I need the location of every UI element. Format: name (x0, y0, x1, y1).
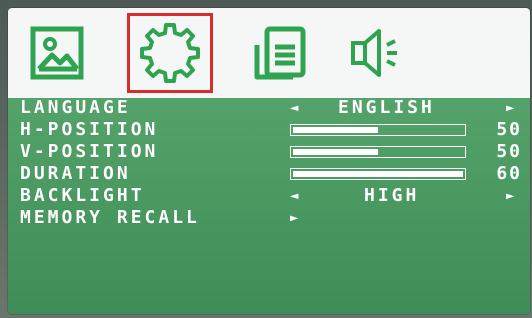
v-position-value: 50 (496, 141, 522, 162)
gear-icon (140, 23, 200, 83)
right-arrow-icon[interactable]: ► (290, 208, 298, 228)
h-position-value: 50 (496, 119, 522, 140)
tab-information[interactable] (244, 18, 314, 88)
menu-row-memory-recall[interactable]: MEMORY RECALL ► (8, 208, 530, 228)
osd-menu: LANGUAGE ◄ ENGLISH ► H-POSITION 50 V-POS… (8, 8, 530, 314)
document-icon (254, 26, 306, 80)
menu-row-v-position[interactable]: V-POSITION 50 (8, 142, 530, 162)
language-value: ENGLISH (338, 97, 435, 118)
menu-tab-bar (8, 8, 530, 98)
speaker-icon (351, 29, 397, 77)
duration-value: 60 (496, 163, 522, 184)
tab-audio[interactable] (346, 18, 416, 88)
picture-icon (30, 26, 84, 80)
v-position-label: V-POSITION (20, 141, 159, 162)
settings-menu: LANGUAGE ◄ ENGLISH ► H-POSITION 50 V-POS… (8, 98, 530, 314)
left-arrow-icon[interactable]: ◄ (290, 186, 298, 206)
backlight-value: HIGH (364, 185, 420, 206)
menu-row-h-position[interactable]: H-POSITION 50 (8, 120, 530, 140)
h-position-slider-fill (293, 127, 378, 133)
right-arrow-icon[interactable]: ► (506, 186, 514, 206)
duration-label: DURATION (20, 163, 131, 184)
backlight-label: BACKLIGHT (20, 185, 145, 206)
menu-row-duration[interactable]: DURATION 60 (8, 164, 530, 184)
tab-picture[interactable] (22, 18, 92, 88)
left-arrow-icon[interactable]: ◄ (290, 98, 298, 118)
right-arrow-icon[interactable]: ► (506, 98, 514, 118)
duration-slider-fill (293, 171, 463, 177)
memory-recall-label: MEMORY RECALL (20, 207, 200, 228)
monitor-screen: LANGUAGE ◄ ENGLISH ► H-POSITION 50 V-POS… (0, 0, 532, 318)
h-position-slider[interactable] (290, 124, 466, 136)
tab-settings[interactable] (127, 13, 213, 93)
menu-row-language[interactable]: LANGUAGE ◄ ENGLISH ► (8, 98, 530, 118)
duration-slider[interactable] (290, 168, 466, 180)
language-label: LANGUAGE (20, 97, 131, 118)
v-position-slider[interactable] (290, 146, 466, 158)
menu-row-backlight[interactable]: BACKLIGHT ◄ HIGH ► (8, 186, 530, 206)
h-position-label: H-POSITION (20, 119, 159, 140)
v-position-slider-fill (293, 149, 378, 155)
